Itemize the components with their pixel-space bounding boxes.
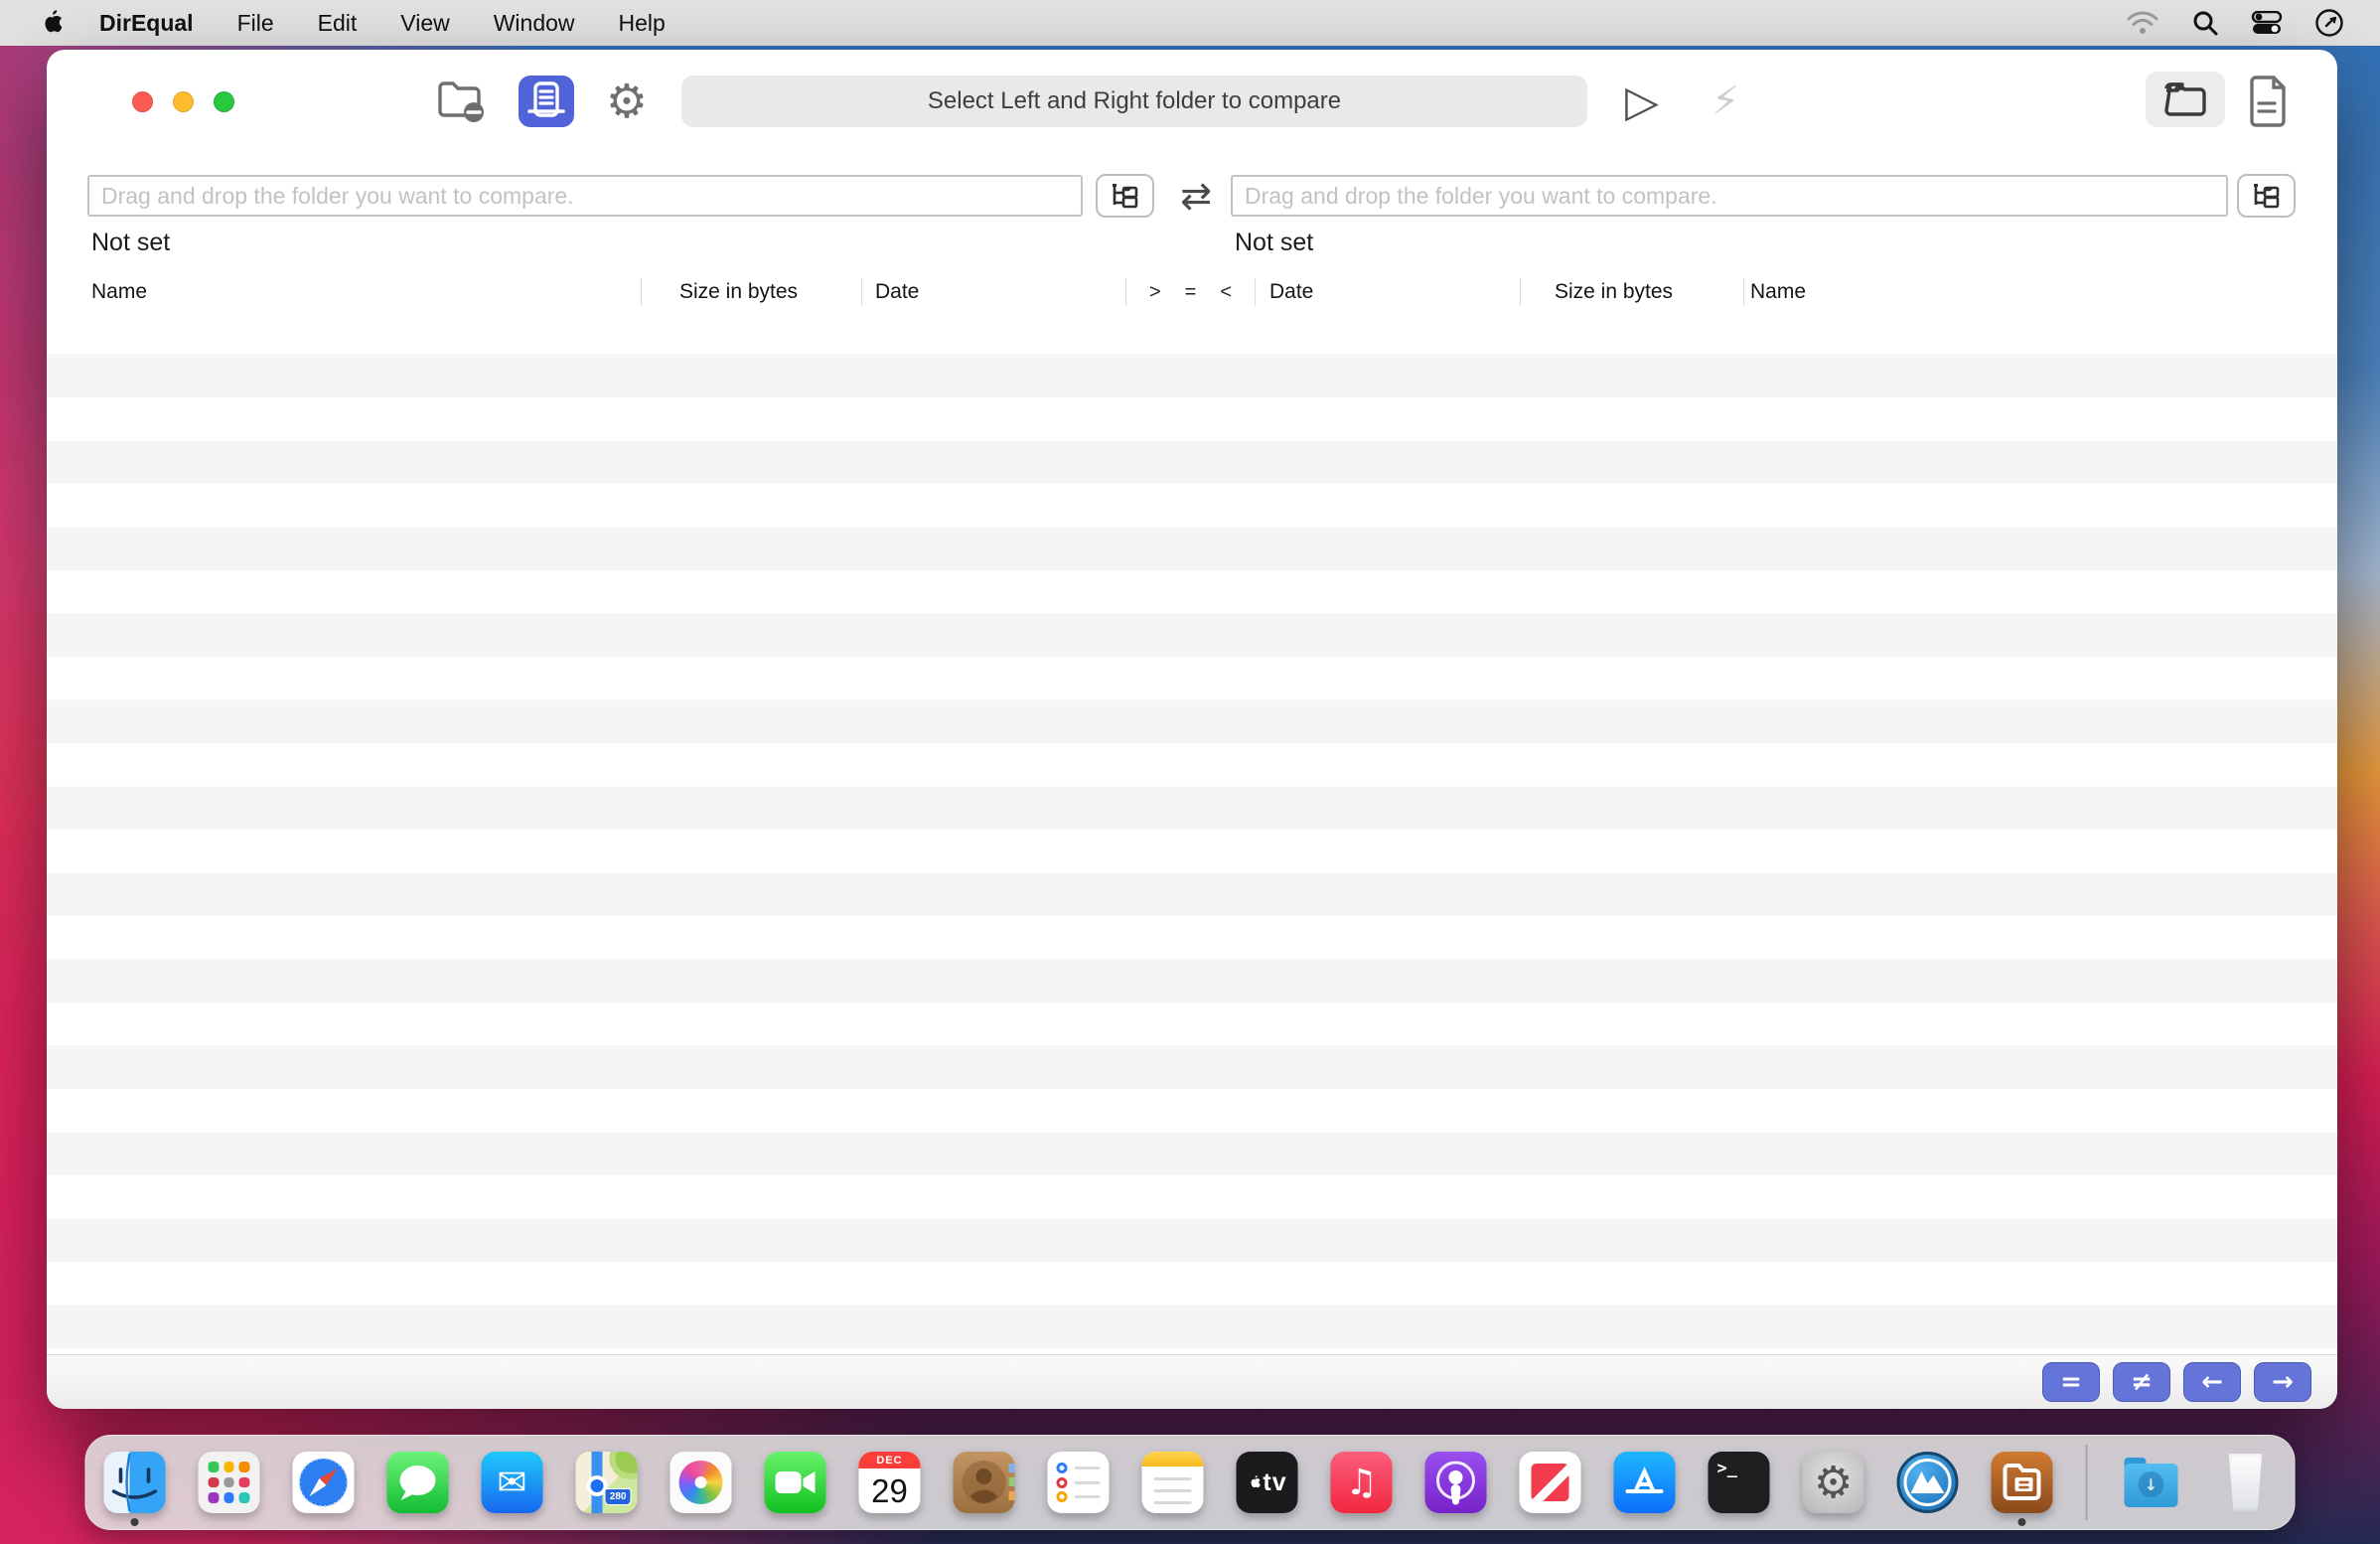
dock: ✉ 280 DEC 29 <box>85 1435 2296 1530</box>
calendar-month: DEC <box>859 1452 921 1468</box>
dock-contacts-icon[interactable] <box>954 1452 1015 1513</box>
header-left-size: Size in bytes <box>641 278 861 306</box>
flatten-view-button[interactable] <box>519 76 574 127</box>
play-icon[interactable]: ▷ <box>1614 74 1670 129</box>
menu-edit[interactable]: Edit <box>318 10 358 37</box>
dock-appletv-icon[interactable]: tv <box>1237 1452 1298 1513</box>
control-center-icon[interactable] <box>2251 11 2283 35</box>
dock-trash-icon[interactable] <box>2215 1452 2277 1513</box>
table-header-row: Name Size in bytes Date > = < Date Size … <box>47 273 2337 311</box>
dock-terminal-icon[interactable]: >_ <box>1709 1452 1770 1513</box>
copy-left-button[interactable]: ← <box>2183 1362 2241 1402</box>
dock-finder-icon[interactable] <box>104 1452 166 1513</box>
left-browse-tree-button[interactable] <box>1096 174 1154 218</box>
direqual-window: ⚙ Select Left and Right folder to compar… <box>47 50 2337 1409</box>
window-footer: = ≠ ← → <box>47 1354 2337 1409</box>
remove-folder-button[interactable] <box>432 76 488 127</box>
dock-launchpad-icon[interactable] <box>199 1452 260 1513</box>
menubar-status-area <box>2126 8 2344 38</box>
terminal-prompt-label: >_ <box>1717 1459 1737 1478</box>
menu-view[interactable]: View <box>400 10 449 37</box>
header-right-date: Date <box>1255 278 1520 306</box>
menu-window[interactable]: Window <box>494 10 575 37</box>
dock-direqual-icon[interactable] <box>1992 1452 2053 1513</box>
dock-reminders-icon[interactable] <box>1048 1452 1110 1513</box>
header-right-size: Size in bytes <box>1520 278 1743 306</box>
dock-news-icon[interactable] <box>1520 1452 1581 1513</box>
menubar-app-name[interactable]: DirEqual <box>99 10 194 37</box>
dock-podcasts-icon[interactable] <box>1425 1452 1487 1513</box>
dock-notes-icon[interactable] <box>1142 1452 1204 1513</box>
left-folder-input[interactable] <box>87 175 1083 217</box>
maps-280-badge: 280 <box>605 1488 632 1505</box>
dock-messages-icon[interactable] <box>387 1452 449 1513</box>
dock-safari-icon[interactable] <box>293 1452 355 1513</box>
dock-facetime-icon[interactable] <box>765 1452 826 1513</box>
dock-mail-icon[interactable]: ✉ <box>482 1452 543 1513</box>
left-folder-status: Not set <box>91 229 170 257</box>
zoom-button[interactable] <box>214 91 234 112</box>
right-folder-input[interactable] <box>1231 175 2228 217</box>
report-document-icon[interactable] <box>2239 74 2295 129</box>
dock-separator <box>2086 1445 2088 1520</box>
copy-right-button[interactable]: → <box>2254 1362 2311 1402</box>
comparison-results-list <box>47 311 2337 1354</box>
swap-folders-icon[interactable]: ⇄ <box>1167 171 1225 221</box>
open-folder-button[interactable] <box>2146 72 2225 127</box>
header-left-name: Name <box>87 278 641 306</box>
right-browse-tree-button[interactable] <box>2237 174 2296 218</box>
flash-icon: ⚡ <box>1698 74 1753 129</box>
dock-downloads-icon[interactable]: ↓ <box>2121 1452 2182 1513</box>
header-right-name: Name <box>1743 278 2337 306</box>
gear-icon[interactable]: ⚙ <box>599 74 655 129</box>
menu-help[interactable]: Help <box>619 10 666 37</box>
traffic-lights <box>132 91 234 112</box>
header-less: < <box>1220 281 1232 304</box>
not-equal-button[interactable]: ≠ <box>2113 1362 2170 1402</box>
dock-music-icon[interactable]: ♫ <box>1331 1452 1393 1513</box>
finder-running-indicator <box>131 1518 139 1526</box>
header-compare: > = < <box>1125 278 1255 306</box>
direqual-running-indicator <box>2018 1518 2026 1526</box>
apple-menu-icon[interactable] <box>38 9 64 37</box>
menu-file[interactable]: File <box>237 10 274 37</box>
dock-calendar-icon[interactable]: DEC 29 <box>859 1452 921 1513</box>
equal-button[interactable]: = <box>2042 1362 2100 1402</box>
dock-maps-icon[interactable]: 280 <box>576 1452 638 1513</box>
dock-appstore-icon[interactable] <box>1614 1452 1676 1513</box>
right-folder-status: Not set <box>1235 229 1313 257</box>
search-icon[interactable] <box>2191 9 2219 37</box>
clock-icon[interactable] <box>2314 8 2344 38</box>
calendar-day: 29 <box>859 1468 921 1513</box>
tv-label: tv <box>1263 1468 1286 1497</box>
header-greater: > <box>1149 281 1161 304</box>
close-button[interactable] <box>132 91 153 112</box>
dock-system-preferences-icon[interactable]: ⚙ <box>1803 1452 1864 1513</box>
wifi-icon[interactable] <box>2126 10 2159 36</box>
dock-mountain-app-icon[interactable] <box>1897 1452 1959 1513</box>
toolbar-status-title: Select Left and Right folder to compare <box>681 76 1587 127</box>
minimize-button[interactable] <box>173 91 194 112</box>
menu-bar: DirEqual File Edit View Window Help <box>0 0 2380 46</box>
header-equal: = <box>1185 281 1197 304</box>
header-left-date: Date <box>861 278 1125 306</box>
dock-photos-icon[interactable] <box>670 1452 732 1513</box>
